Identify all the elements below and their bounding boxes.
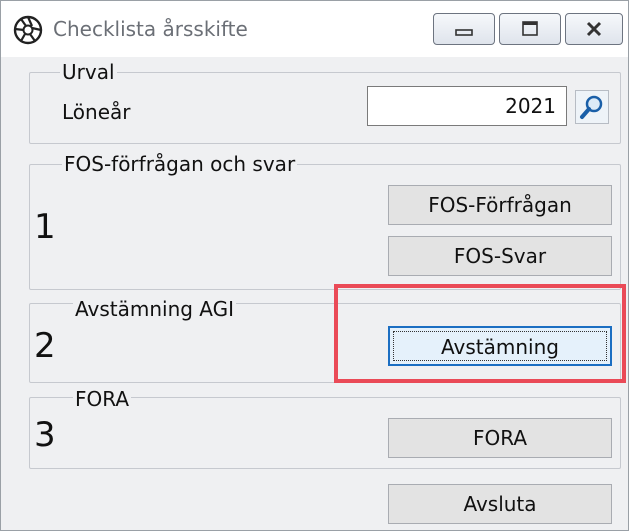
urval-legend: Urval	[60, 60, 117, 84]
avstamning-agi-legend: Avstämning AGI	[73, 297, 237, 321]
aperture-icon	[13, 15, 43, 45]
maximize-button[interactable]	[499, 13, 561, 45]
fos-legend: FOS-förfrågan och svar	[62, 152, 298, 176]
minimize-button[interactable]	[433, 13, 495, 45]
fora-legend: FORA	[73, 387, 132, 411]
fora-button[interactable]: FORA	[388, 418, 612, 458]
agi-step-number: 2	[34, 326, 56, 366]
lonear-label: Löneår	[62, 100, 131, 124]
close-icon	[586, 21, 602, 37]
fora-step-number: 3	[34, 415, 56, 455]
search-icon	[580, 95, 603, 119]
fos-step-number: 1	[34, 207, 56, 247]
minimize-icon	[455, 29, 473, 36]
window-title: Checklista årsskifte	[53, 17, 248, 41]
maximize-icon	[522, 21, 538, 36]
search-button[interactable]	[575, 90, 609, 124]
close-button[interactable]	[565, 13, 623, 45]
title-bar[interactable]: Checklista årsskifte	[1, 1, 628, 57]
avsluta-button[interactable]: Avsluta	[388, 484, 612, 524]
fos-svar-button[interactable]: FOS-Svar	[388, 236, 612, 276]
lonear-input[interactable]: 2021	[367, 86, 567, 126]
checklist-window: Checklista årsskifte Urval Löneår 2021 F…	[0, 0, 629, 531]
fos-forfragan-button[interactable]: FOS-Förfrågan	[388, 185, 612, 225]
highlight-annotation	[334, 284, 626, 383]
